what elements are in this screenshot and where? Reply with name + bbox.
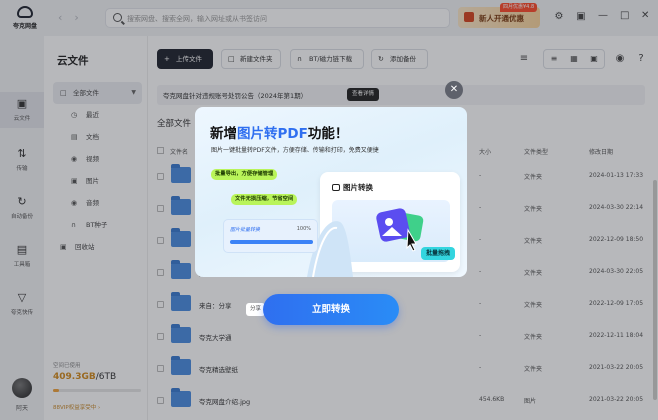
feature-pill: 批量导出，方便存储管理 <box>211 169 278 180</box>
feature-pill: 文件无损压缩，节省空间 <box>231 194 298 205</box>
convert-now-button[interactable]: 立即转换 <box>263 294 399 325</box>
progress-sheet: 图片批量转换 100% <box>223 219 318 253</box>
sheet-label: 图片批量转换 <box>230 227 261 233</box>
image-icon <box>332 184 340 191</box>
card-title: 图片转换 <box>332 182 373 193</box>
sheet-progress-bar <box>230 240 313 244</box>
feature-modal: 新增图片转PDF功能！ 图片一键批量转PDF文件，方便存储、传输和打印，免费又便… <box>195 107 467 277</box>
card-title-text: 图片转换 <box>343 183 373 192</box>
sheet-progress: 100% <box>296 226 311 232</box>
scrollbar[interactable] <box>653 180 657 400</box>
batch-drag-badge: 批量拖拽 <box>421 247 456 260</box>
modal-title-highlight: 图片转PDF <box>237 126 308 142</box>
modal-title: 新增图片转PDF功能！ <box>210 122 348 142</box>
modal-subtitle: 图片一键批量转PDF文件，方便存储、传输和打印，免费又便捷 <box>211 147 379 154</box>
modal-title-pre: 新增 <box>210 126 237 142</box>
sheet-progress-fill <box>230 240 313 244</box>
close-icon[interactable]: ✕ <box>445 81 463 99</box>
modal-title-post: 功能！ <box>307 126 349 142</box>
